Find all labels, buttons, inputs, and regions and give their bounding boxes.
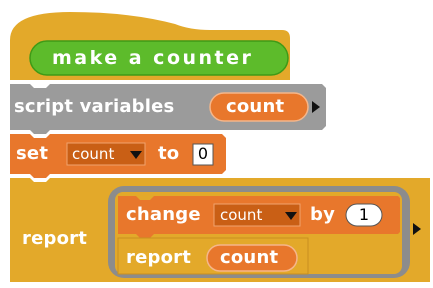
change-by-label: by [310, 204, 336, 225]
script-variables-count-label: count [226, 96, 285, 117]
change-label: change [126, 204, 201, 225]
set-value: 0 [197, 144, 209, 163]
inner-report-count-label: count [220, 247, 279, 268]
report-label: report [22, 228, 88, 249]
inner-report-label: report [126, 247, 192, 268]
set-to-label: to [158, 143, 180, 164]
change-value: 1 [358, 205, 370, 224]
set-label: set [16, 143, 49, 164]
script-variables-label: script variables [14, 96, 175, 117]
set-variable-value: count [72, 145, 115, 163]
hat-block-label: make a counter [52, 47, 254, 69]
change-variable-value: count [220, 206, 263, 224]
